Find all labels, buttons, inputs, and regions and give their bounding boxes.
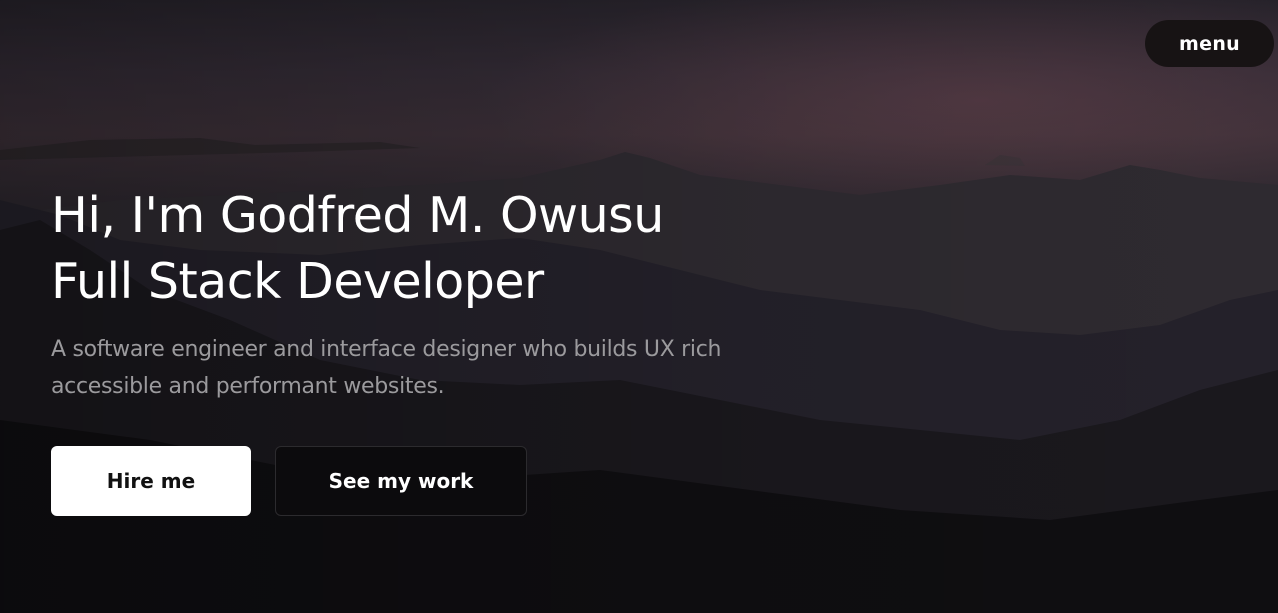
headline-name: Hi, I'm Godfred M. Owusu — [51, 187, 664, 244]
headline-role: Full Stack Developer — [51, 253, 544, 310]
hire-me-button[interactable]: Hire me — [51, 446, 251, 516]
hero-content: Hi, I'm Godfred M. Owusu Full Stack Deve… — [51, 183, 811, 405]
hero-section: menu Hi, I'm Godfred M. Owusu Full Stack… — [0, 0, 1278, 613]
hero-headline: Hi, I'm Godfred M. Owusu Full Stack Deve… — [51, 183, 811, 315]
see-my-work-button[interactable]: See my work — [275, 446, 527, 516]
menu-button[interactable]: menu — [1145, 20, 1274, 67]
hero-actions: Hire me See my work — [51, 446, 527, 516]
hero-subtitle: A software engineer and interface design… — [51, 337, 722, 399]
